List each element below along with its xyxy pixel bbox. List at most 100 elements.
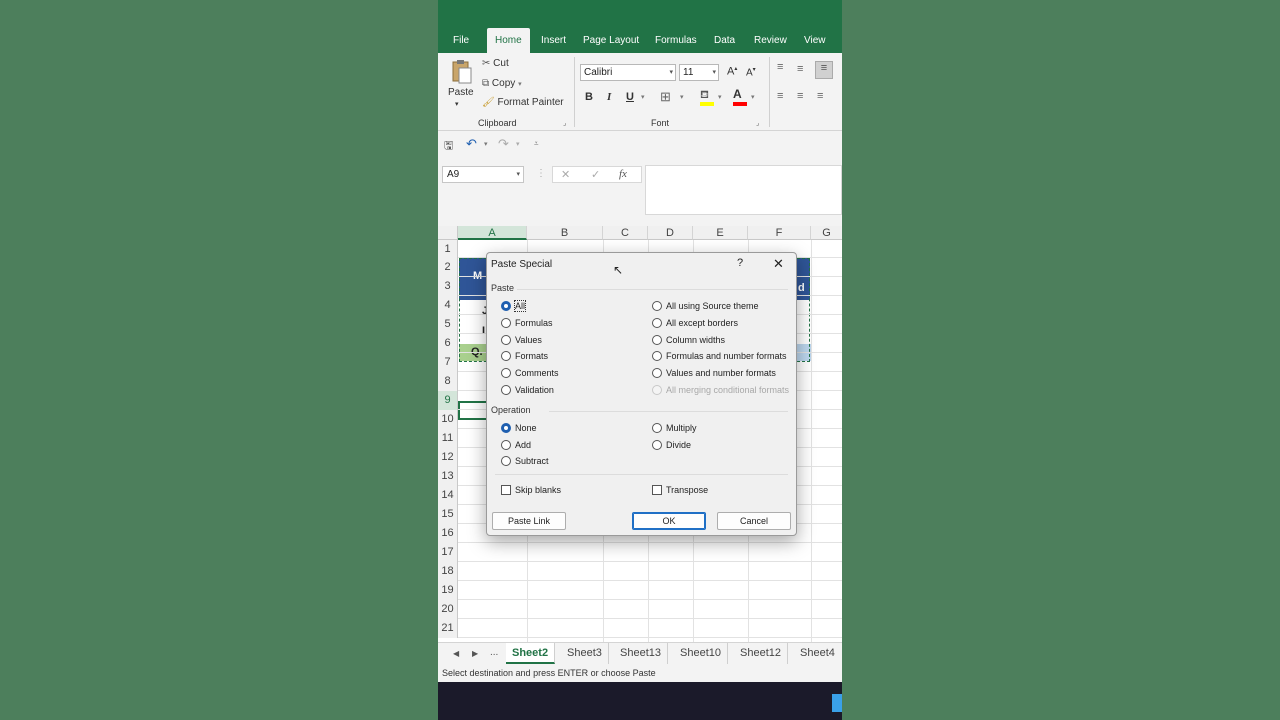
bold-button[interactable]: B: [585, 91, 593, 103]
font-name-dropdown-icon[interactable]: ▾: [669, 65, 673, 80]
radio-paste-values-number-formats[interactable]: Values and number formats: [652, 367, 776, 380]
tab-home[interactable]: Home: [487, 28, 530, 53]
radio-button[interactable]: [652, 350, 662, 361]
sheet-tab-sheet13[interactable]: Sheet13: [614, 643, 668, 664]
row-header-21[interactable]: 21: [438, 619, 458, 638]
fill-color-dropdown-icon[interactable]: ▾: [718, 93, 722, 101]
select-all-corner[interactable]: [438, 226, 458, 240]
align-right-icon[interactable]: ≡: [817, 90, 823, 102]
scroll-right-icon[interactable]: ▶: [472, 649, 478, 658]
font-name-combo[interactable]: Calibri ▾: [580, 64, 676, 81]
radio-paste-column-widths[interactable]: Column widths: [652, 334, 725, 347]
radio-button[interactable]: [652, 422, 662, 433]
row-header-19[interactable]: 19: [438, 581, 458, 600]
radio-paste-all[interactable]: All: [501, 300, 527, 313]
tab-view[interactable]: View: [799, 28, 831, 53]
radio-paste-formulas[interactable]: Formulas: [501, 317, 553, 330]
insert-function-icon[interactable]: fx: [619, 168, 627, 180]
radio-button[interactable]: [501, 367, 511, 378]
row-header-5[interactable]: 5: [438, 315, 458, 334]
cancel-button[interactable]: Cancel: [717, 512, 791, 530]
column-header-d[interactable]: D: [648, 226, 693, 240]
radio-button[interactable]: [652, 317, 662, 328]
sheet-tab-sheet10[interactable]: Sheet10: [674, 643, 728, 664]
more-sheets-button[interactable]: ...: [490, 647, 498, 658]
font-color-button[interactable]: A: [733, 87, 747, 106]
radio-paste-values[interactable]: Values: [501, 334, 542, 347]
row-header-4[interactable]: 4: [438, 296, 458, 315]
help-button[interactable]: ?: [737, 257, 743, 269]
column-header-e[interactable]: E: [693, 226, 748, 240]
redo-icon[interactable]: ↷: [498, 136, 509, 152]
column-header-a[interactable]: A: [458, 226, 527, 240]
row-header-13[interactable]: 13: [438, 467, 458, 486]
align-left-icon[interactable]: ≡: [777, 90, 783, 102]
sheet-tab-sheet12[interactable]: Sheet12: [734, 643, 788, 664]
radio-button[interactable]: [501, 300, 511, 311]
row-header-14[interactable]: 14: [438, 486, 458, 505]
paste-label[interactable]: Paste: [448, 87, 474, 98]
align-center-icon[interactable]: ≡: [797, 90, 803, 102]
font-size-combo[interactable]: 11 ▾: [679, 64, 719, 81]
sheet-tab-sheet2[interactable]: Sheet2: [506, 643, 556, 664]
radio-button[interactable]: [501, 350, 511, 361]
radio-button[interactable]: [501, 334, 511, 345]
radio-operation-add[interactable]: Add: [501, 439, 531, 452]
radio-button[interactable]: [501, 422, 511, 433]
tab-insert[interactable]: Insert: [536, 28, 571, 53]
row-header-11[interactable]: 11: [438, 429, 458, 448]
name-box-dropdown-icon[interactable]: ▾: [516, 167, 520, 182]
radio-paste-validation[interactable]: Validation: [501, 384, 554, 397]
borders-icon[interactable]: ⊞: [660, 89, 671, 105]
radio-button[interactable]: [501, 439, 511, 450]
row-header-15[interactable]: 15: [438, 505, 458, 524]
radio-button[interactable]: [652, 439, 662, 450]
row-header-7[interactable]: 7: [438, 353, 458, 372]
tab-file[interactable]: File: [448, 28, 474, 53]
radio-operation-multiply[interactable]: Multiply: [652, 422, 697, 435]
decrease-font-button[interactable]: A▾: [746, 66, 756, 78]
undo-icon[interactable]: ↶: [466, 136, 477, 152]
row-header-18[interactable]: 18: [438, 562, 458, 581]
underline-button[interactable]: U: [626, 91, 634, 103]
name-box[interactable]: A9 ▾: [442, 166, 524, 183]
radio-operation-none[interactable]: None: [501, 422, 537, 435]
ok-button[interactable]: OK: [632, 512, 706, 530]
close-button[interactable]: ✕: [773, 256, 784, 272]
copy-button[interactable]: ⧉ Copy ▾: [482, 78, 522, 89]
format-painter-button[interactable]: 🖌 Format Painter: [482, 97, 564, 108]
tab-page-layout[interactable]: Page Layout: [578, 28, 644, 53]
align-middle-icon[interactable]: ≡: [797, 63, 803, 75]
cut-button[interactable]: ✂ Cut: [482, 58, 509, 69]
radio-button[interactable]: [652, 334, 662, 345]
align-top-icon[interactable]: ≡: [777, 61, 783, 73]
underline-dropdown-icon[interactable]: ▾: [641, 93, 645, 101]
windows-start-icon[interactable]: [832, 694, 842, 712]
column-header-g[interactable]: G: [811, 226, 842, 240]
radio-button[interactable]: [501, 455, 511, 466]
row-header-10[interactable]: 10: [438, 410, 458, 429]
radio-button[interactable]: [652, 367, 662, 378]
radio-paste-except-borders[interactable]: All except borders: [652, 317, 738, 330]
confirm-entry-icon[interactable]: ✓: [591, 168, 600, 181]
checkbox[interactable]: [652, 484, 662, 495]
scroll-left-icon[interactable]: ◀: [453, 649, 459, 658]
radio-paste-source-theme[interactable]: All using Source theme: [652, 300, 759, 313]
borders-dropdown-icon[interactable]: ▾: [680, 93, 684, 101]
paste-button[interactable]: [450, 59, 472, 85]
radio-operation-divide[interactable]: Divide: [652, 439, 691, 452]
column-header-b[interactable]: B: [527, 226, 603, 240]
save-icon[interactable]: 🖫: [444, 137, 453, 156]
tab-data[interactable]: Data: [709, 28, 740, 53]
radio-button[interactable]: [501, 384, 511, 395]
italic-button[interactable]: I: [607, 91, 611, 103]
row-header-20[interactable]: 20: [438, 600, 458, 619]
row-header-6[interactable]: 6: [438, 334, 458, 353]
sheet-tab-sheet4[interactable]: Sheet4: [794, 643, 841, 664]
cancel-entry-icon[interactable]: ✕: [561, 168, 570, 181]
font-color-dropdown-icon[interactable]: ▾: [751, 93, 755, 101]
radio-button[interactable]: [652, 300, 662, 311]
row-header-12[interactable]: 12: [438, 448, 458, 467]
font-size-dropdown-icon[interactable]: ▾: [712, 65, 716, 80]
sheet-tab-sheet3[interactable]: Sheet3: [561, 643, 609, 664]
